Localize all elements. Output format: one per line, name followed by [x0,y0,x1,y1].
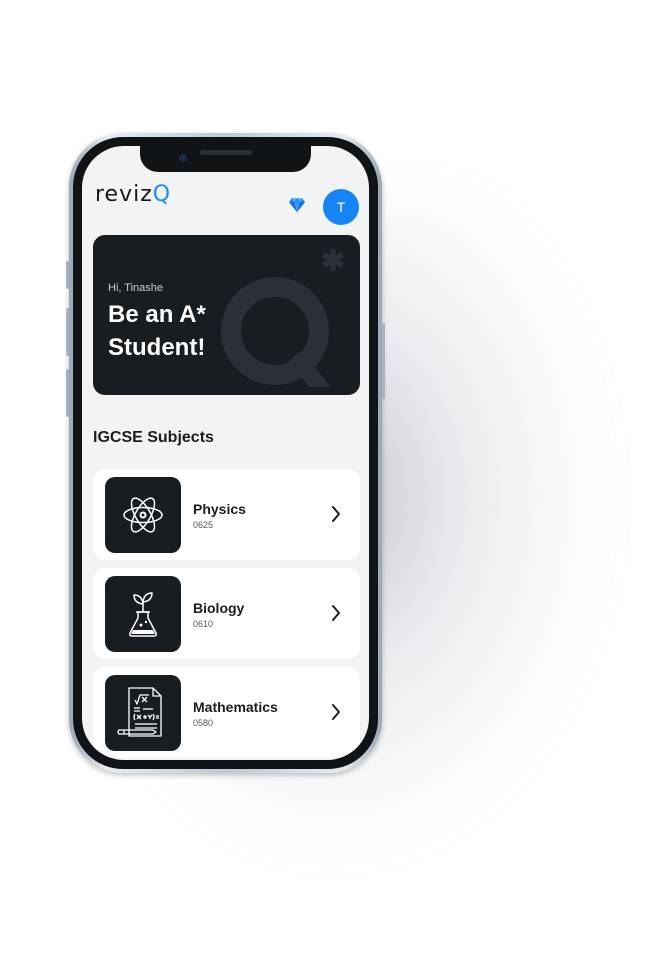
plant-flask-icon [129,592,157,637]
phone-frame: revizQ T Hi, Tinashe Be an A* Student! I… [66,133,385,773]
subject-name: Biology [193,600,245,616]
volume-down-button [66,369,69,417]
notch [140,146,311,172]
subject-icon-tile [105,477,181,553]
subject-card-biology[interactable]: Biology 0610 [93,568,360,659]
math-paper-icon [117,687,162,737]
app-logo[interactable]: revizQ [95,182,171,207]
avatar[interactable]: T [323,189,359,225]
subject-card-physics[interactable]: Physics 0625 [93,469,360,560]
subject-code: 0580 [193,718,214,728]
section-title: IGCSE Subjects [93,429,214,446]
subject-icon-tile [105,675,181,751]
subject-name: Physics [193,501,246,517]
subject-card-mathematics[interactable]: Mathematics 0580 [93,667,360,758]
subject-name: Mathematics [193,699,278,715]
hero-banner: Hi, Tinashe Be an A* Student! [93,235,360,395]
gem-icon[interactable] [289,198,305,212]
volume-up-button [66,308,69,356]
atom-icon [123,497,163,533]
chevron-right-icon [332,704,340,720]
app-screen: revizQ T Hi, Tinashe Be an A* Student! I… [82,146,369,760]
greeting-text: Hi, Tinashe [108,282,164,294]
logo-text: reviz [95,182,153,207]
subject-icon-tile [105,576,181,652]
front-camera [179,154,187,162]
mute-switch [66,261,69,289]
chevron-right-icon [332,506,340,522]
subject-code: 0625 [193,520,214,530]
subject-code: 0610 [193,619,214,629]
power-button [382,323,385,399]
hero-headline: Be an A* Student! [108,301,206,361]
earpiece-speaker [200,150,252,155]
chevron-right-icon [332,605,340,621]
logo-accent: Q [152,182,172,207]
